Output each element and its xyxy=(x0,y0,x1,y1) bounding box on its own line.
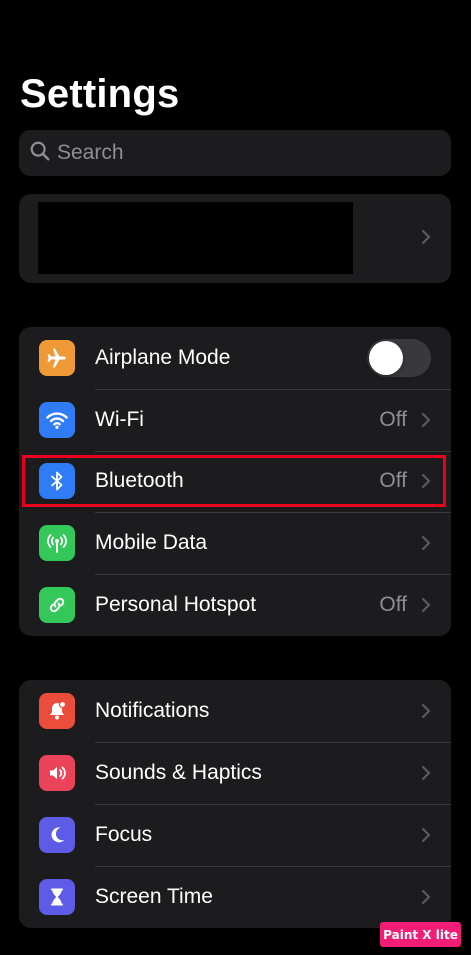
focus-row[interactable]: Focus xyxy=(19,804,451,866)
chevron-right-icon xyxy=(421,703,431,719)
row-label: Airplane Mode xyxy=(95,345,231,369)
airplane-mode-toggle[interactable] xyxy=(367,338,431,377)
row-label: Sounds & Haptics xyxy=(95,761,262,784)
row-label: Wi-Fi xyxy=(95,407,144,431)
chevron-right-icon xyxy=(421,765,431,781)
bell-icon xyxy=(39,693,75,729)
row-label: Notifications xyxy=(95,699,210,722)
chevron-right-icon xyxy=(421,597,431,613)
search-field[interactable]: Search xyxy=(19,130,451,176)
row-label: Focus xyxy=(95,823,153,846)
chevron-right-icon xyxy=(421,229,431,245)
wifi-icon xyxy=(39,401,75,438)
airplane-icon xyxy=(39,339,75,376)
row-label: Personal Hotspot xyxy=(95,593,257,617)
screen-time-row[interactable]: Screen Time xyxy=(19,866,451,928)
paint-x-lite-watermark: Paint X lite xyxy=(380,922,461,947)
speaker-icon xyxy=(39,755,75,791)
moon-icon xyxy=(39,817,75,853)
chevron-right-icon xyxy=(421,889,431,905)
toggle-knob xyxy=(369,340,403,375)
hourglass-icon xyxy=(39,879,75,915)
airplane-mode-row[interactable]: Airplane Mode xyxy=(19,327,451,389)
antenna-icon xyxy=(39,525,75,562)
bluetooth-row[interactable]: Bluetooth Off xyxy=(19,450,451,513)
personal-hotspot-row[interactable]: Personal Hotspot Off xyxy=(19,574,451,636)
chevron-right-icon xyxy=(421,535,431,551)
search-placeholder: Search xyxy=(57,141,124,164)
row-value: Off xyxy=(379,593,407,617)
search-icon xyxy=(29,140,51,167)
apple-id-profile-row[interactable] xyxy=(19,194,451,283)
wifi-row[interactable]: Wi-Fi Off xyxy=(19,388,451,451)
bluetooth-icon xyxy=(39,463,75,500)
redacted-profile-area xyxy=(38,202,353,274)
row-value: Off xyxy=(379,469,407,493)
page-title: Settings xyxy=(20,72,180,116)
notifications-row[interactable]: Notifications xyxy=(19,680,451,742)
sounds-haptics-row[interactable]: Sounds & Haptics xyxy=(19,742,451,804)
connectivity-group: Airplane Mode Wi-Fi Off Bluetooth Off Mo… xyxy=(19,327,451,636)
row-label: Mobile Data xyxy=(95,531,208,555)
chevron-right-icon xyxy=(421,412,431,428)
chevron-right-icon xyxy=(421,473,431,489)
row-label: Screen Time xyxy=(95,885,213,908)
system-group: Notifications Sounds & Haptics Focus Scr… xyxy=(19,680,451,928)
row-label: Bluetooth xyxy=(95,469,184,493)
chevron-right-icon xyxy=(421,827,431,843)
row-value: Off xyxy=(379,407,407,431)
mobile-data-row[interactable]: Mobile Data xyxy=(19,512,451,574)
hotspot-icon xyxy=(39,587,75,624)
